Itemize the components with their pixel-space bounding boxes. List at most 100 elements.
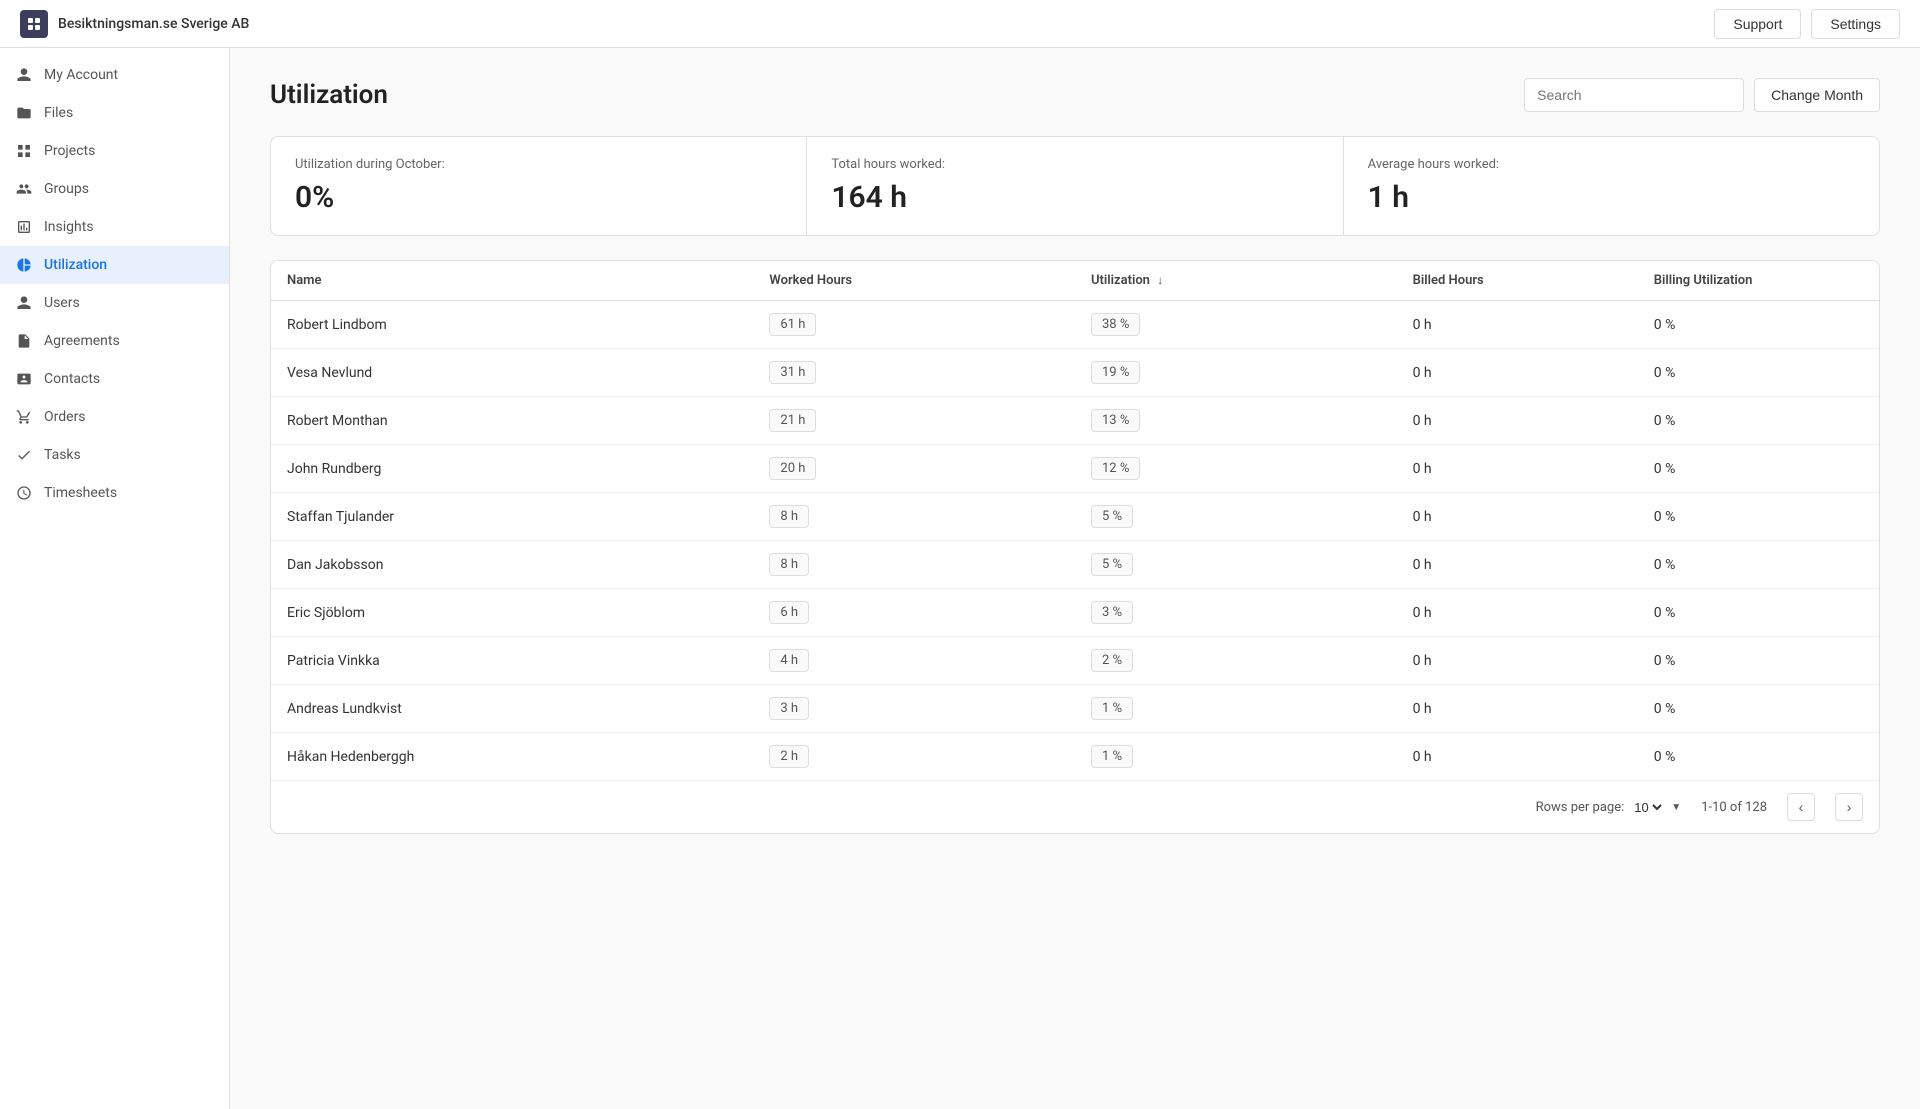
pie-icon: [16, 257, 32, 273]
app-logo-icon: [20, 10, 48, 38]
sidebar-item-label: Insights: [44, 219, 94, 235]
sidebar-item-label: Tasks: [44, 447, 81, 463]
table-row: Andreas Lundkvist 3 h 1 % 0 h 0 %: [271, 685, 1879, 733]
cell-utilization: 2 %: [1075, 637, 1397, 685]
rows-per-page-label: Rows per page:: [1536, 800, 1625, 815]
stat-label: Total hours worked:: [831, 157, 1318, 172]
sidebar-item-label: Users: [44, 295, 80, 311]
cell-name: Andreas Lundkvist: [271, 685, 753, 733]
cell-utilization: 1 %: [1075, 685, 1397, 733]
page-range: 1-10 of 128: [1701, 800, 1767, 815]
cell-billing-utilization: 0 %: [1638, 445, 1879, 493]
cell-worked-hours: 3 h: [753, 685, 1075, 733]
table-row: Robert Lindbom 61 h 38 % 0 h 0 %: [271, 301, 1879, 349]
cell-billed-hours: 0 h: [1397, 637, 1638, 685]
table-row: Dan Jakobsson 8 h 5 % 0 h 0 %: [271, 541, 1879, 589]
cell-billing-utilization: 0 %: [1638, 349, 1879, 397]
cell-utilization: 19 %: [1075, 349, 1397, 397]
sidebar-item-label: Agreements: [44, 333, 120, 349]
settings-button[interactable]: Settings: [1811, 9, 1900, 39]
cell-name: Robert Monthan: [271, 397, 753, 445]
chevron-down-icon: ▼: [1671, 802, 1681, 813]
pagination: Rows per page: 10 25 50 ▼ 1-10 of 128 ‹ …: [271, 780, 1879, 833]
search-input[interactable]: [1524, 78, 1744, 112]
cell-billing-utilization: 0 %: [1638, 493, 1879, 541]
check-icon: [16, 447, 32, 463]
stat-value: 0%: [295, 180, 782, 215]
rows-per-page-select[interactable]: 10 25 50: [1630, 799, 1665, 816]
cell-worked-hours: 21 h: [753, 397, 1075, 445]
sidebar-item-users[interactable]: Users: [0, 284, 229, 322]
cell-name: Robert Lindbom: [271, 301, 753, 349]
utilization-table-container: Name Worked Hours Utilization ↓ Billed H…: [270, 260, 1880, 834]
cell-billing-utilization: 0 %: [1638, 541, 1879, 589]
sidebar-item-utilization[interactable]: Utilization: [0, 246, 229, 284]
sidebar-item-tasks[interactable]: Tasks: [0, 436, 229, 474]
stat-label: Utilization during October:: [295, 157, 782, 172]
col-worked-hours: Worked Hours: [753, 261, 1075, 301]
cell-name: John Rundberg: [271, 445, 753, 493]
stat-card-total-hours: Total hours worked: 164 h: [807, 137, 1343, 235]
stat-value: 1 h: [1368, 180, 1855, 215]
cell-billed-hours: 0 h: [1397, 589, 1638, 637]
col-billed-hours: Billed Hours: [1397, 261, 1638, 301]
cell-utilization: 13 %: [1075, 397, 1397, 445]
cell-worked-hours: 31 h: [753, 349, 1075, 397]
main-content: Utilization Change Month Utilization dur…: [230, 48, 1920, 1109]
cell-billed-hours: 0 h: [1397, 541, 1638, 589]
support-button[interactable]: Support: [1714, 9, 1801, 39]
cell-billing-utilization: 0 %: [1638, 637, 1879, 685]
stat-value: 164 h: [831, 180, 1318, 215]
prev-page-button[interactable]: ‹: [1787, 793, 1815, 821]
sidebar-item-label: My Account: [44, 67, 118, 83]
sidebar-item-label: Utilization: [44, 257, 107, 273]
stat-card-utilization: Utilization during October: 0%: [271, 137, 807, 235]
sidebar-item-agreements[interactable]: Agreements: [0, 322, 229, 360]
folder-icon: [16, 105, 32, 121]
table-row: John Rundberg 20 h 12 % 0 h 0 %: [271, 445, 1879, 493]
sidebar-item-groups[interactable]: Groups: [0, 170, 229, 208]
clock-icon: [16, 485, 32, 501]
sidebar-item-insights[interactable]: Insights: [0, 208, 229, 246]
sidebar-item-projects[interactable]: Projects: [0, 132, 229, 170]
col-utilization[interactable]: Utilization ↓: [1075, 261, 1397, 301]
cell-billing-utilization: 0 %: [1638, 685, 1879, 733]
cell-billed-hours: 0 h: [1397, 493, 1638, 541]
cell-name: Håkan Hedenberggh: [271, 733, 753, 781]
cell-billed-hours: 0 h: [1397, 445, 1638, 493]
col-name: Name: [271, 261, 753, 301]
stat-label: Average hours worked:: [1368, 157, 1855, 172]
cell-utilization: 5 %: [1075, 541, 1397, 589]
sidebar-item-label: Timesheets: [44, 485, 117, 501]
people-icon: [16, 181, 32, 197]
sidebar-item-orders[interactable]: Orders: [0, 398, 229, 436]
cell-billing-utilization: 0 %: [1638, 589, 1879, 637]
cell-worked-hours: 8 h: [753, 493, 1075, 541]
cell-name: Vesa Nevlund: [271, 349, 753, 397]
sidebar-item-label: Groups: [44, 181, 89, 197]
next-page-button[interactable]: ›: [1835, 793, 1863, 821]
sidebar: My Account Files Projects Groups Insight…: [0, 48, 230, 1109]
change-month-button[interactable]: Change Month: [1754, 78, 1880, 112]
cell-billed-hours: 0 h: [1397, 733, 1638, 781]
cell-name: Dan Jakobsson: [271, 541, 753, 589]
sidebar-item-files[interactable]: Files: [0, 94, 229, 132]
cell-utilization: 12 %: [1075, 445, 1397, 493]
person-icon: [16, 67, 32, 83]
contact-icon: [16, 371, 32, 387]
cell-billed-hours: 0 h: [1397, 685, 1638, 733]
grid-icon: [16, 143, 32, 159]
table-row: Patricia Vinkka 4 h 2 % 0 h 0 %: [271, 637, 1879, 685]
cell-worked-hours: 61 h: [753, 301, 1075, 349]
table-row: Staffan Tjulander 8 h 5 % 0 h 0 %: [271, 493, 1879, 541]
sidebar-item-timesheets[interactable]: Timesheets: [0, 474, 229, 512]
cell-billing-utilization: 0 %: [1638, 397, 1879, 445]
cell-worked-hours: 8 h: [753, 541, 1075, 589]
cell-name: Patricia Vinkka: [271, 637, 753, 685]
header-actions: Change Month: [1524, 78, 1880, 112]
sidebar-item-my-account[interactable]: My Account: [0, 56, 229, 94]
company-name: Besiktningsman.se Sverige AB: [58, 16, 249, 32]
cell-worked-hours: 2 h: [753, 733, 1075, 781]
sidebar-item-contacts[interactable]: Contacts: [0, 360, 229, 398]
cell-utilization: 1 %: [1075, 733, 1397, 781]
